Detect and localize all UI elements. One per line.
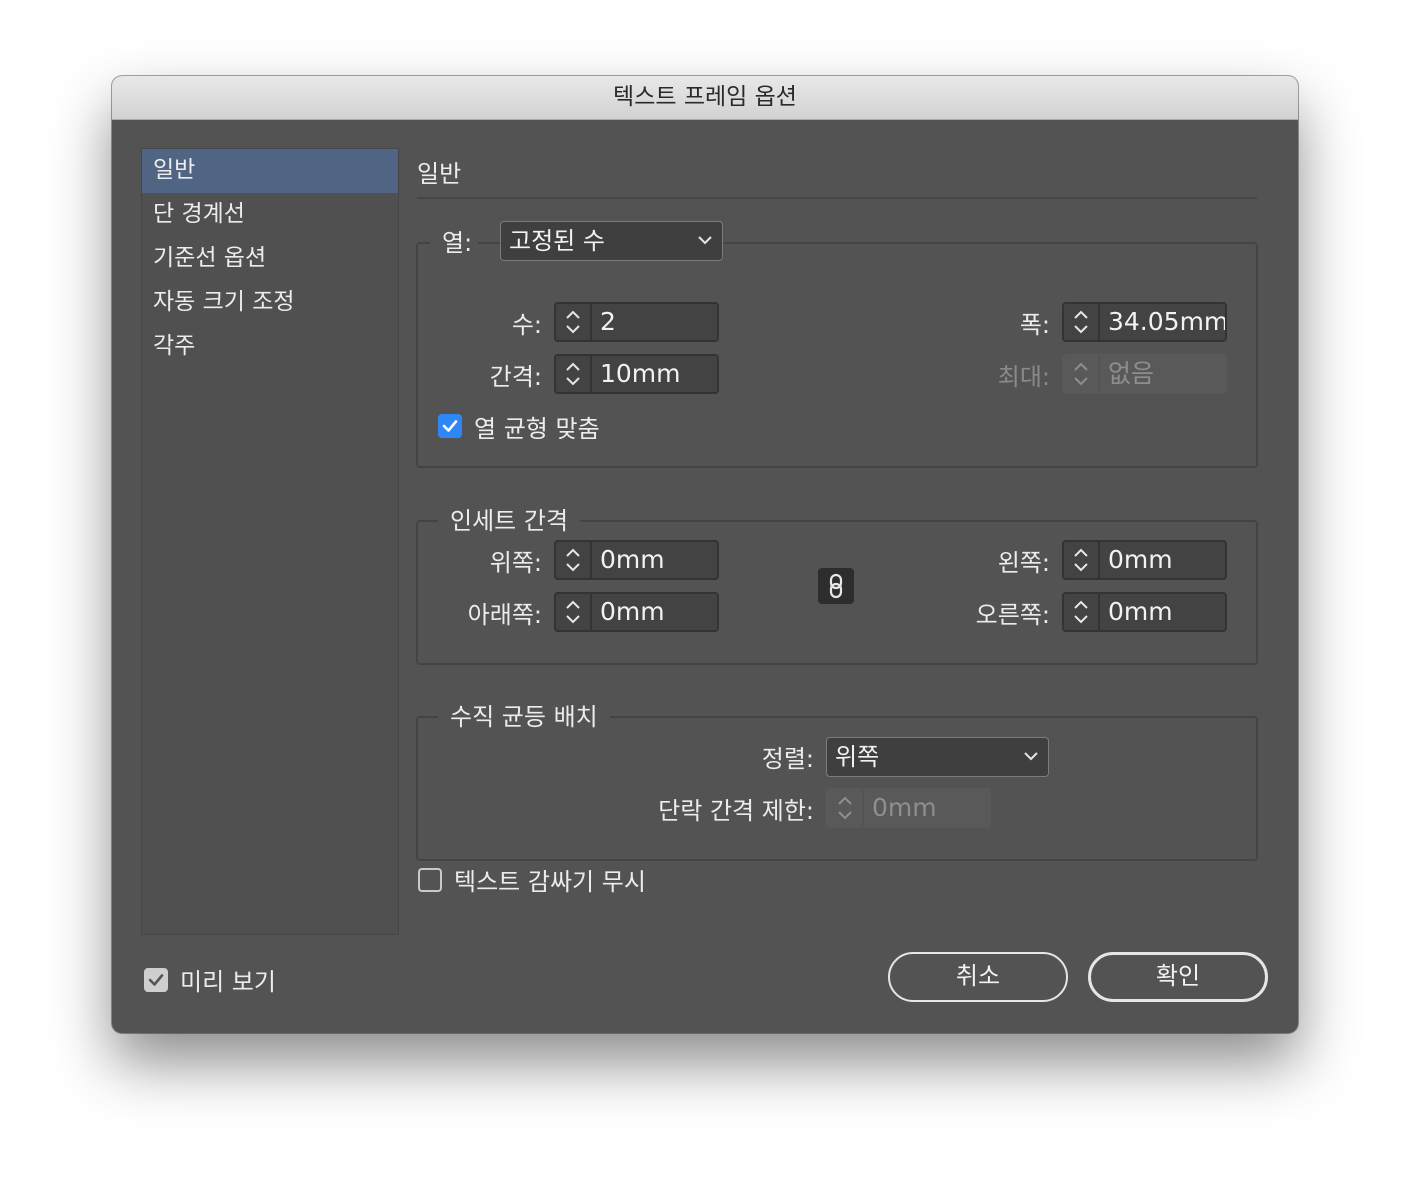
heading-divider — [417, 197, 1257, 199]
columns-width-stepper[interactable]: 34.05mm — [1062, 302, 1227, 342]
columns-max-stepper: 없음 — [1062, 354, 1227, 394]
cancel-button[interactable]: 취소 — [888, 952, 1068, 1002]
dialog-title: 텍스트 프레임 옵션 — [112, 76, 1298, 120]
inset-left-label: 왼쪽: — [997, 549, 1050, 577]
ignore-text-wrap-label[interactable]: 텍스트 감싸기 무시 — [454, 862, 646, 897]
checkmark-icon — [148, 974, 164, 986]
ok-button[interactable]: 확인 — [1088, 952, 1268, 1002]
inset-right-label: 오른쪽: — [975, 601, 1050, 629]
inset-bottom-stepper[interactable]: 0mm — [554, 592, 719, 632]
inset-bottom-label: 아래쪽: — [467, 601, 542, 629]
inset-left-stepper[interactable]: 0mm — [1062, 540, 1227, 580]
chevron-down-icon — [1024, 752, 1038, 761]
columns-number-label: 수: — [511, 311, 542, 339]
columns-type-dropdown[interactable]: 고정된 수 — [500, 221, 723, 261]
align-dropdown[interactable]: 위쪽 — [826, 737, 1049, 777]
inset-left-value[interactable]: 0mm — [1100, 542, 1225, 578]
columns-type-value: 고정된 수 — [509, 227, 605, 255]
columns-number-value[interactable]: 2 — [592, 304, 717, 340]
stepper-arrows-icon[interactable] — [556, 304, 592, 340]
link-icon[interactable] — [818, 568, 854, 604]
dialog-window: 텍스트 프레임 옵션 일반 단 경계선 기준선 옵션 자동 크기 조정 각주 일… — [112, 76, 1298, 1033]
stepper-arrows-icon — [1064, 356, 1100, 392]
columns-gutter-value[interactable]: 10mm — [592, 356, 717, 392]
sidebar-item-footnotes[interactable]: 각주 — [142, 325, 398, 369]
align-label: 정렬: — [761, 745, 814, 773]
inset-top-label: 위쪽: — [489, 549, 542, 577]
stepper-arrows-icon[interactable] — [1064, 542, 1100, 578]
inset-right-stepper[interactable]: 0mm — [1062, 592, 1227, 632]
columns-max-value: 없음 — [1108, 359, 1155, 388]
stepper-arrows-icon — [828, 790, 864, 826]
columns-width-label: 폭: — [1019, 311, 1050, 339]
sidebar-item-auto-size[interactable]: 자동 크기 조정 — [142, 281, 398, 325]
stepper-arrows-icon[interactable] — [556, 356, 592, 392]
sidebar-item-baseline-options[interactable]: 기준선 옵션 — [142, 237, 398, 281]
inset-top-stepper[interactable]: 0mm — [554, 540, 719, 580]
columns-gutter-stepper[interactable]: 10mm — [554, 354, 719, 394]
sidebar-item-general[interactable]: 일반 — [142, 149, 398, 193]
stepper-arrows-icon[interactable] — [556, 542, 592, 578]
balance-columns-checkbox[interactable] — [438, 414, 462, 438]
stepper-arrows-icon[interactable] — [1064, 594, 1100, 630]
section-heading: 일반 — [417, 160, 462, 188]
inset-bottom-value[interactable]: 0mm — [592, 594, 717, 630]
sidebar-item-column-rules[interactable]: 단 경계선 — [142, 193, 398, 237]
ignore-text-wrap-checkbox[interactable] — [418, 868, 442, 892]
inset-group-title: 인세트 간격 — [438, 501, 581, 536]
paragraph-spacing-limit-value: 0mm — [872, 793, 937, 822]
paragraph-spacing-limit-stepper: 0mm — [826, 788, 991, 828]
sidebar: 일반 단 경계선 기준선 옵션 자동 크기 조정 각주 — [141, 148, 399, 935]
preview-label[interactable]: 미리 보기 — [180, 962, 276, 997]
checkmark-icon — [442, 420, 458, 432]
columns-max-label: 최대: — [997, 363, 1050, 391]
inset-top-value[interactable]: 0mm — [592, 542, 717, 578]
preview-checkbox[interactable] — [144, 968, 168, 992]
columns-width-value[interactable]: 34.05mm — [1100, 304, 1225, 340]
columns-number-stepper[interactable]: 2 — [554, 302, 719, 342]
columns-gutter-label: 간격: — [489, 363, 542, 391]
chevron-down-icon — [698, 236, 712, 245]
vertical-justification-title: 수직 균등 배치 — [438, 697, 610, 732]
balance-columns-label[interactable]: 열 균형 맞춤 — [474, 409, 600, 444]
align-value: 위쪽 — [835, 743, 880, 771]
stepper-arrows-icon[interactable] — [1064, 304, 1100, 340]
columns-type-label: 열: — [430, 223, 479, 258]
stepper-arrows-icon[interactable] — [556, 594, 592, 630]
inset-right-value[interactable]: 0mm — [1100, 594, 1225, 630]
paragraph-spacing-limit-label: 단락 간격 제한: — [658, 797, 814, 825]
